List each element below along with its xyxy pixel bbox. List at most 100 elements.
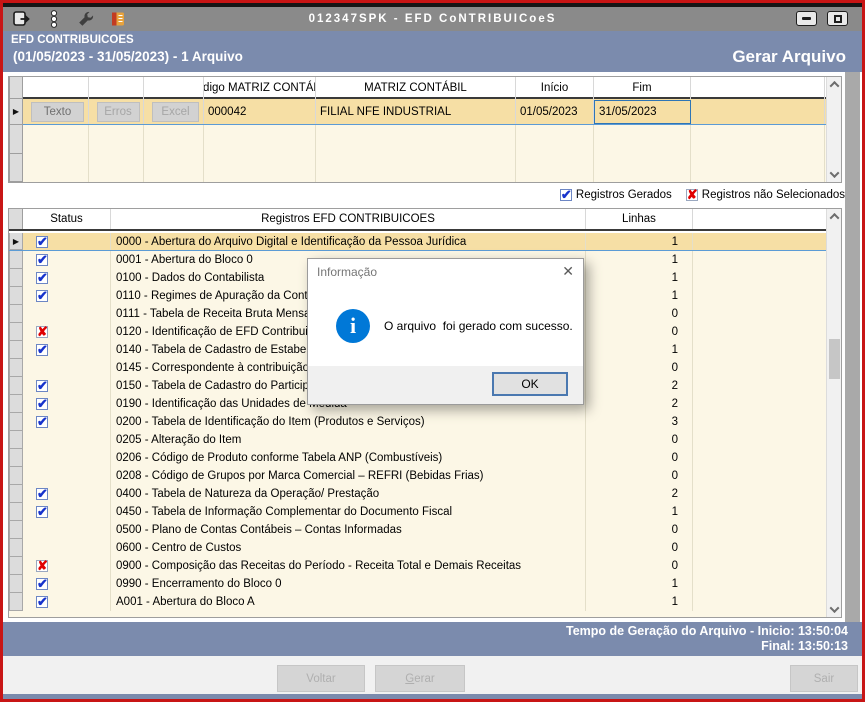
row-selector[interactable]: ▶ (9, 99, 23, 125)
file-grid-column-header (144, 77, 204, 99)
row-selector[interactable] (9, 431, 23, 449)
scrollbar-thumb[interactable] (829, 339, 840, 379)
fim-cell-focused[interactable]: 31/05/2023 (594, 99, 691, 124)
status-cell[interactable]: ✔ (23, 233, 111, 250)
checked-icon: ✔ (36, 252, 48, 267)
table-row[interactable]: ✔ 0400 - Tabela de Natureza da Operação/ … (9, 485, 826, 503)
row-selector[interactable] (9, 557, 23, 575)
table-row[interactable]: ▶ ✔ 0000 - Abertura do Arquivo Digital e I… (9, 233, 826, 251)
row-selector[interactable] (9, 377, 23, 395)
row-selector[interactable] (9, 153, 23, 182)
row-selector[interactable] (9, 539, 23, 557)
file-grid: Código MATRIZ CONTÁBILMATRIZ CONTÁBILIní… (8, 76, 842, 183)
status-cell[interactable] (23, 449, 111, 467)
period-label: (01/05/2023 - 31/05/2023) - 1 Arquivo (13, 49, 243, 64)
row-selector[interactable] (9, 305, 23, 323)
empty-cell[interactable] (691, 99, 825, 124)
row-selector[interactable] (9, 413, 23, 431)
table-row[interactable]: 0208 - Código de Grupos por Marca Comerc… (9, 467, 826, 485)
table-row[interactable]: ✘ 0900 - Composição das Receitas do Perío… (9, 557, 826, 575)
table-row[interactable]: 0600 - Centro de Custos 0 (9, 539, 826, 557)
scroll-up-icon[interactable] (827, 77, 842, 92)
scroll-up-icon[interactable] (827, 209, 842, 224)
status-cell[interactable]: ✔ (23, 485, 111, 503)
status-cell[interactable] (23, 521, 111, 539)
record-blank-cell (693, 287, 825, 305)
checked-icon: ✔ (36, 288, 48, 303)
table-row[interactable]: 0205 - Alteração do Item 0 (9, 431, 826, 449)
status-cell[interactable] (23, 467, 111, 485)
gerar-button[interactable]: Gerar (375, 665, 465, 692)
status-cell[interactable]: ✔ (23, 341, 111, 359)
excel-button[interactable]: Excel (151, 101, 200, 122)
texto-cell: Texto (23, 99, 89, 124)
row-selector[interactable] (9, 251, 23, 269)
dialog-message: O arquivo foi gerado com sucesso. (384, 319, 573, 333)
erros-button[interactable]: Erros (96, 101, 140, 122)
row-selector[interactable] (9, 521, 23, 539)
checked-icon: ✔ (36, 594, 48, 609)
status-cell[interactable] (23, 359, 111, 377)
inicio-cell[interactable]: 01/05/2023 (516, 99, 594, 124)
table-row[interactable]: ✔ A001 - Abertura do Bloco A1 (9, 593, 826, 611)
status-cell[interactable]: ✔ (23, 575, 111, 593)
file-grid-row[interactable]: ▶ Texto Erros Excel 000042 FILIAL NFE IN… (9, 99, 841, 125)
scroll-down-icon[interactable] (827, 602, 842, 617)
status-cell[interactable]: ✔ (23, 269, 111, 287)
row-selector[interactable] (9, 287, 23, 305)
row-selector[interactable] (9, 125, 23, 154)
table-row[interactable]: 0206 - Código de Produto conforme Tabela… (9, 449, 826, 467)
not-selected-icon: ✘ (685, 187, 698, 202)
scroll-down-icon[interactable] (827, 167, 842, 182)
linhas-value: 1 (586, 593, 693, 611)
status-cell[interactable]: ✔ (23, 251, 111, 269)
row-selector[interactable] (9, 395, 23, 413)
maximize-button[interactable] (827, 11, 848, 26)
row-selector[interactable] (9, 593, 23, 611)
records-scrollbar[interactable] (826, 209, 841, 617)
status-cell[interactable]: ✔ (23, 413, 111, 431)
status-cell[interactable] (23, 305, 111, 323)
row-selector[interactable] (9, 485, 23, 503)
minimize-button[interactable] (796, 11, 817, 26)
voltar-button[interactable]: Voltar (277, 665, 365, 692)
maximize-icon (833, 14, 842, 23)
status-cell[interactable]: ✔ (23, 395, 111, 413)
row-selector[interactable] (9, 467, 23, 485)
table-row[interactable]: ✔ 0450 - Tabela de Informação Complementa… (9, 503, 826, 521)
status-cell[interactable] (23, 431, 111, 449)
row-selector[interactable] (9, 449, 23, 467)
info-icon: i (336, 309, 370, 343)
row-selector[interactable]: ▶ (9, 233, 23, 250)
status-cell[interactable]: ✔ (23, 593, 111, 611)
row-selector[interactable] (9, 269, 23, 287)
status-cell[interactable]: ✔ (23, 503, 111, 521)
record-blank-cell (693, 503, 825, 521)
row-selector[interactable] (9, 575, 23, 593)
sair-button[interactable]: Sair (790, 665, 858, 692)
close-icon[interactable]: ✕ (562, 263, 574, 280)
texto-button[interactable]: Texto (31, 101, 84, 122)
status-cell[interactable]: ✔ (23, 287, 111, 305)
status-cell[interactable] (23, 539, 111, 557)
table-row[interactable]: ✔ 0200 - Tabela de Identificação do Item … (9, 413, 826, 431)
file-grid-scrollbar[interactable] (826, 77, 841, 182)
row-selector[interactable] (9, 323, 23, 341)
status-cell[interactable]: ✔ (23, 377, 111, 395)
record-blank-cell (693, 395, 825, 413)
matriz-contabil-cell[interactable]: FILIAL NFE INDUSTRIAL (316, 99, 516, 124)
row-selector[interactable] (9, 341, 23, 359)
record-label: 0205 - Alteração do Item (111, 431, 586, 449)
ok-button[interactable]: OK (492, 372, 568, 396)
status-cell[interactable]: ✘ (23, 323, 111, 341)
linhas-value: 1 (586, 251, 693, 269)
table-row[interactable]: 0500 - Plano de Contas Contábeis – Conta… (9, 521, 826, 539)
record-blank-cell (693, 305, 825, 323)
row-selector[interactable] (9, 503, 23, 521)
row-selector[interactable] (9, 359, 23, 377)
not-selected-icon: ✘ (36, 324, 48, 339)
codigo-matriz-cell[interactable]: 000042 (204, 99, 316, 124)
status-cell[interactable]: ✘ (23, 557, 111, 575)
record-label: 0000 - Abertura do Arquivo Digital e Ide… (111, 233, 586, 250)
table-row[interactable]: ✔ 0990 - Encerramento do Bloco 01 (9, 575, 826, 593)
